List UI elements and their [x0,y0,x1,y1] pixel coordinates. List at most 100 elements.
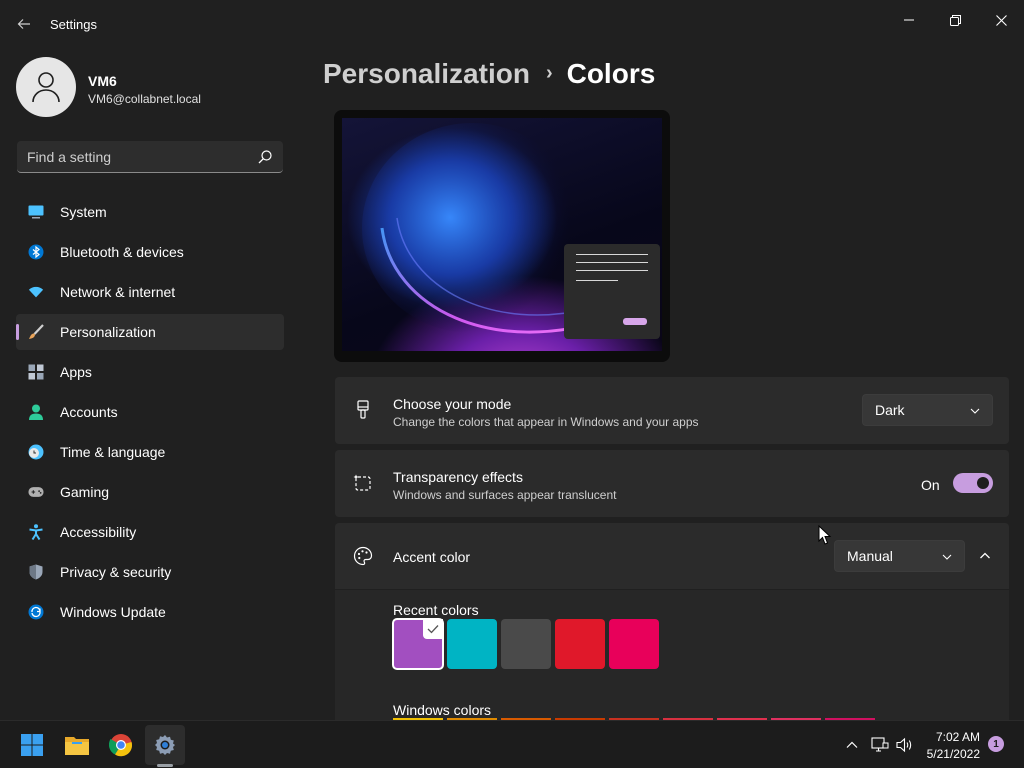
settings-gear-icon [155,735,175,755]
transparency-state-label: On [921,477,940,493]
sidebar-item-privacy-security[interactable]: Privacy & security [16,554,284,590]
recent-color-swatch[interactable] [447,619,497,669]
monitor-icon [28,204,44,220]
minimize-button[interactable] [887,4,931,36]
file-explorer-icon [65,737,89,755]
taskbar-settings[interactable] [145,725,185,765]
transparency-card: Transparency effects Windows and surface… [335,450,1009,517]
mode-dropdown[interactable]: Dark [862,394,993,426]
close-icon [995,14,1007,26]
sidebar-item-windows-update[interactable]: Windows Update [16,594,284,630]
toggle-knob [977,477,989,489]
sidebar-item-system[interactable]: System [16,194,284,230]
wifi-icon [28,284,44,300]
user-email: VM6@collabnet.local [88,92,201,106]
search-input[interactable]: Find a setting [17,141,283,173]
paintbrush-icon [353,400,373,420]
sidebar-item-label: Personalization [60,324,156,340]
minimize-icon [904,19,914,21]
brush-icon [28,324,44,340]
mode-title: Choose your mode [393,396,512,412]
chevron-up-icon [846,741,858,748]
transparency-title: Transparency effects [393,469,523,485]
preview-accent-button [623,318,647,325]
accent-title: Accent color [393,549,471,565]
start-button[interactable] [12,725,52,765]
app-title: Settings [50,17,97,32]
recent-color-swatch[interactable] [392,618,444,670]
sidebar-nav: System Bluetooth & devices Network & inter… [16,194,284,634]
accent-color-card[interactable]: Accent color Manual [335,523,1009,589]
sidebar-item-apps[interactable]: Apps [16,354,284,390]
network-tray-button[interactable] [870,735,890,755]
preview-wallpaper [342,118,662,351]
sidebar-item-label: Gaming [60,484,110,500]
search-icon [258,150,272,164]
sidebar-item-gaming[interactable]: Gaming [16,474,284,510]
restore-button[interactable] [933,4,977,36]
close-button[interactable] [979,4,1023,36]
accessibility-icon [28,524,44,540]
person-icon [32,72,60,103]
choose-mode-card: Choose your mode Change the colors that … [335,377,1009,444]
restore-icon [949,14,961,26]
sidebar-item-network-internet[interactable]: Network & internet [16,274,284,310]
taskbar-file-explorer[interactable] [57,725,97,765]
volume-tray-button[interactable] [895,735,915,755]
chevron-down-icon [942,554,952,560]
gamepad-icon [28,484,44,500]
sidebar-item-label: Windows Update [60,604,166,620]
sidebar-item-label: System [60,204,107,220]
sidebar-item-bluetooth-devices[interactable]: Bluetooth & devices [16,234,284,270]
accent-dropdown[interactable]: Manual [834,540,965,572]
active-app-indicator [157,764,173,767]
chevron-up-icon[interactable] [979,550,991,562]
transparency-toggle[interactable] [953,473,993,493]
person-icon [28,404,44,420]
recent-color-swatch[interactable] [555,619,605,669]
globe-clock-icon [28,444,44,460]
sync-icon [28,604,44,620]
chevron-down-icon [970,408,980,414]
back-arrow-icon [17,19,30,29]
user-profile[interactable]: VM6 VM6@collabnet.local [16,57,286,117]
recent-colors-label: Recent colors [393,602,479,618]
back-button[interactable] [12,12,36,36]
sidebar-item-label: Network & internet [60,284,176,300]
breadcrumb-parent[interactable]: Personalization [323,58,530,89]
notification-badge[interactable]: 1 [988,736,1004,752]
breadcrumb-separator: › [545,62,553,84]
clock-date[interactable]: 5/21/2022 [927,747,980,761]
mode-dropdown-value: Dark [875,402,905,418]
sidebar-item-time-language[interactable]: Time & language [16,434,284,470]
user-name: VM6 [88,73,117,89]
accent-expanded-panel: Recent colors Windows colors [335,590,1009,720]
recent-color-swatch[interactable] [501,619,551,669]
show-hidden-icons-button[interactable] [842,735,862,755]
preview-window [564,244,660,339]
windows-start-icon [21,734,43,756]
bluetooth-icon [28,244,44,260]
taskbar-chrome[interactable] [101,725,141,765]
page-title: Colors [566,58,656,89]
title-bar: Settings [0,0,1024,48]
transparency-icon [353,473,373,493]
breadcrumb: Personalization › Colors [323,58,655,90]
shield-icon [28,564,44,580]
apps-icon [28,364,44,380]
accent-dropdown-value: Manual [847,548,893,564]
sidebar-item-label: Privacy & security [60,564,172,580]
recent-colors [392,618,659,670]
recent-color-swatch[interactable] [609,619,659,669]
transparency-description: Windows and surfaces appear translucent [393,488,617,502]
sidebar-item-accounts[interactable]: Accounts [16,394,284,430]
network-monitor-icon [871,737,889,752]
avatar [16,57,76,117]
sidebar-item-label: Bluetooth & devices [60,244,184,260]
sidebar-item-personalization[interactable]: Personalization [16,314,284,350]
sidebar-item-label: Accounts [60,404,118,420]
sidebar-item-accessibility[interactable]: Accessibility [16,514,284,550]
clock-time[interactable]: 7:02 AM [936,730,980,744]
palette-icon [353,546,373,566]
sidebar-item-label: Accessibility [60,524,137,540]
